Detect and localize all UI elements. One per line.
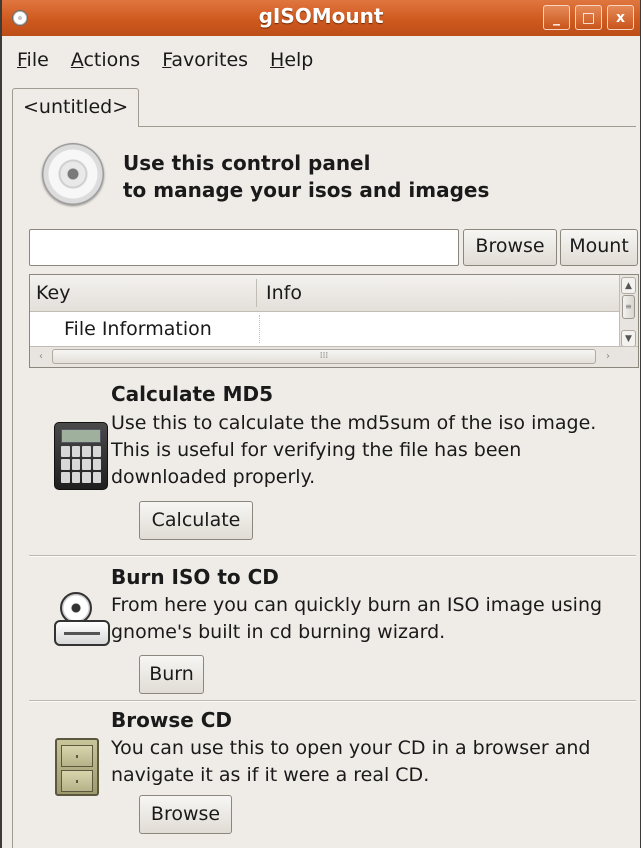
scroll-up-icon[interactable]: ▲: [621, 277, 636, 294]
menubar: File Actions Favorites Help: [2, 36, 640, 84]
table-row[interactable]: File Information: [30, 311, 620, 345]
burn-section-title: Burn ISO to CD: [111, 565, 279, 589]
header-line-2: to manage your isos and images: [123, 178, 490, 202]
scroll-left-icon[interactable]: ‹: [31, 348, 51, 365]
browse-cd-section-title: Browse CD: [111, 708, 233, 732]
window-controls: _ □ x: [543, 5, 634, 30]
menu-file-label: ile: [26, 49, 49, 71]
browse-button[interactable]: Browse: [463, 229, 557, 266]
info-tree-view[interactable]: Key Info File Information ▲ ≡ ▼ ‹ ⁞⁞⁞ ›: [29, 274, 639, 368]
header-line-1: Use this control panel: [123, 151, 371, 175]
mount-button[interactable]: Mount: [560, 229, 638, 266]
scroll-thumb[interactable]: ≡: [622, 295, 635, 319]
menu-favorites[interactable]: Favorites: [151, 49, 259, 71]
menu-help-label: elp: [284, 49, 314, 71]
titlebar[interactable]: gISOMount _ □ x: [2, 0, 640, 37]
column-key-header[interactable]: Key: [36, 282, 70, 304]
horizontal-scroll-thumb[interactable]: ⁞⁞⁞: [52, 349, 596, 364]
section-divider: [29, 700, 636, 702]
md5-section-description: Use this to calculate the md5sum of the …: [111, 412, 597, 488]
menu-actions-mnemonic: A: [70, 49, 84, 71]
burn-button[interactable]: Burn: [139, 655, 204, 694]
section-divider: [29, 555, 636, 557]
file-cabinet-icon: [55, 738, 99, 796]
vertical-scrollbar[interactable]: ▲ ≡ ▼: [619, 275, 638, 349]
md5-section-title: Calculate MD5: [111, 382, 273, 406]
tree-header: Key Info: [30, 275, 620, 312]
minimize-button[interactable]: _: [543, 5, 570, 30]
calculate-button[interactable]: Calculate: [139, 501, 253, 540]
menu-actions-label: ctions: [83, 49, 141, 71]
menu-favorites-label: avorites: [171, 49, 249, 71]
cd-disc-icon: [42, 143, 104, 205]
row-key-cell: File Information: [64, 318, 212, 340]
main-window: gISOMount _ □ x File Actions Favorites H…: [0, 0, 641, 848]
row-separator: [259, 315, 260, 343]
maximize-button[interactable]: □: [575, 5, 602, 30]
menu-file[interactable]: File: [6, 49, 60, 71]
browse-cd-button[interactable]: Browse: [139, 795, 232, 834]
menu-help[interactable]: Help: [259, 49, 324, 71]
menu-help-mnemonic: H: [270, 49, 285, 71]
burn-section-description: From here you can quickly burn an ISO im…: [111, 594, 603, 643]
menu-file-mnemonic: F: [17, 49, 27, 71]
column-separator[interactable]: [256, 279, 257, 307]
menu-actions[interactable]: Actions: [60, 49, 151, 71]
scroll-down-icon[interactable]: ▼: [621, 330, 636, 347]
horizontal-scrollbar[interactable]: ‹ ⁞⁞⁞ ›: [30, 346, 638, 367]
browse-cd-section-description: You can use this to open your CD in a br…: [111, 737, 591, 786]
scroll-right-icon[interactable]: ›: [598, 348, 618, 365]
cd-burner-icon: [50, 590, 114, 654]
tab-untitled[interactable]: <untitled>: [12, 88, 140, 127]
header-heading: Use this control panel to manage your is…: [123, 150, 489, 204]
iso-path-input[interactable]: [29, 229, 459, 266]
calculator-icon: [54, 422, 108, 490]
column-info-header[interactable]: Info: [266, 282, 302, 304]
close-button[interactable]: x: [607, 5, 634, 30]
